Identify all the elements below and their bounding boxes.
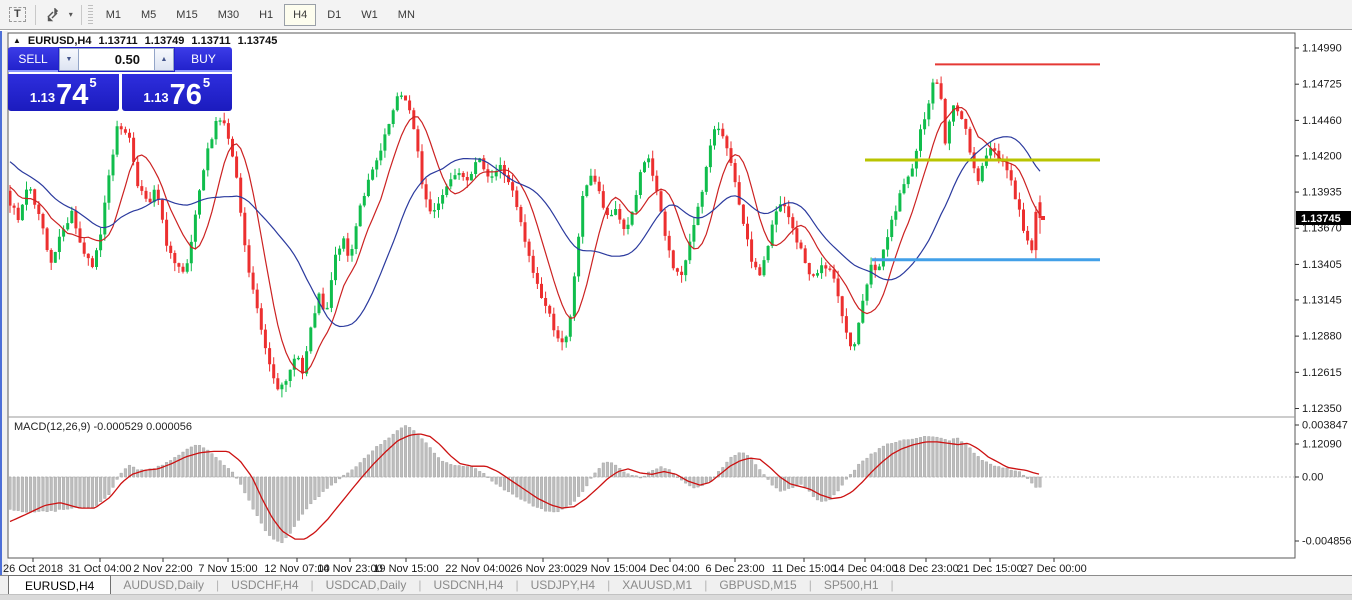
- macd-scale-label: 0.00: [1302, 472, 1323, 484]
- sell-price-display[interactable]: 1.13 74 5: [8, 74, 119, 111]
- horizontal-lines-layer[interactable]: [865, 63, 1100, 262]
- buy-price-main: 76: [169, 79, 202, 111]
- time-axis-label: 6 Dec 23:00: [705, 563, 764, 575]
- time-axis-label: 31 Oct 04:00: [69, 563, 132, 575]
- tab-separator: |: [890, 578, 894, 592]
- time-axis-label: 11 Dec 15:00: [772, 563, 837, 575]
- sell-price-main: 74: [56, 79, 89, 111]
- time-axis-label: 27 Dec 00:00: [1021, 563, 1086, 575]
- price-axis-label: 1.13405: [1302, 259, 1342, 271]
- time-axis-label: 14 Dec 04:00: [832, 563, 897, 575]
- sell-button[interactable]: SELL: [8, 47, 58, 72]
- time-axis-label: 29 Nov 15:00: [575, 563, 640, 575]
- price-plot-layer: [9, 76, 1045, 398]
- sell-price-prefix: 1.13: [29, 90, 56, 105]
- chart-tab-gbpusd-m15[interactable]: GBPUSD,M15: [707, 576, 808, 594]
- chart-symbol-period: EURUSD,H4: [27, 35, 92, 47]
- bottom-strip: [0, 594, 1352, 600]
- price-axis-label: 1.12880: [1302, 331, 1342, 343]
- price-axis-label: 1.14200: [1302, 150, 1342, 162]
- price-axis-label: 1.12090: [1302, 438, 1342, 450]
- time-axis[interactable]: 26 Oct 2018 31 Oct 04:00 2 Nov 22:00 7 Nov …: [3, 558, 1087, 575]
- time-axis-label: 7 Nov 15:00: [198, 563, 257, 575]
- time-axis-label: 26 Nov 23:00: [510, 563, 575, 575]
- price-axis-label: 1.13935: [1302, 187, 1342, 199]
- time-axis-label: 4 Dec 04:00: [640, 563, 699, 575]
- down-candle-bodies: [9, 82, 1042, 390]
- price-axis-label: 1.12350: [1302, 403, 1342, 415]
- chart-tab-xauusd-m1[interactable]: XAUUSD,M1: [610, 576, 704, 594]
- time-axis-label: 21 Dec 15:00: [957, 563, 1022, 575]
- chart-title: ▲ EURUSD,H4 1.13711 1.13749 1.13711 1.13…: [13, 35, 277, 47]
- price-axis[interactable]: 1.149901.147251.144601.142001.139351.136…: [1295, 43, 1351, 451]
- mt4-window: T ▾ M1 M5 M15 M30 H1 H4 D1 W1 MN MACD(12…: [0, 0, 1352, 600]
- price-axis-label: 1.14725: [1302, 79, 1342, 91]
- macd-histogram: [9, 425, 1042, 543]
- ohlc-close: 1.13745: [237, 35, 278, 47]
- price-axis-label: 1.12615: [1302, 367, 1342, 379]
- macd-scale-label: -0.004856: [1302, 536, 1352, 548]
- buy-price-display[interactable]: 1.13 76 5: [121, 74, 232, 111]
- price-axis-label: 1.13145: [1302, 294, 1342, 306]
- chart-tab-usdcnh-h4[interactable]: USDCNH,H4: [421, 576, 515, 594]
- chart-tab-sp500-h1[interactable]: SP500,H1: [812, 576, 891, 594]
- buy-price-prefix: 1.13: [143, 90, 169, 105]
- volume-input[interactable]: 0.50: [79, 48, 154, 71]
- time-axis-label: 19 Nov 15:00: [373, 563, 438, 575]
- ohlc-high: 1.13749: [144, 35, 185, 47]
- buy-price-pipette: 5: [202, 75, 211, 90]
- macd-scale-label: 0.003847: [1302, 420, 1348, 432]
- last-price-dot: [1041, 216, 1045, 221]
- time-axis-label: 26 Oct 2018: [3, 563, 63, 575]
- macd-plot-layer: [9, 425, 1294, 543]
- chart-tab-usdcad-daily[interactable]: USDCAD,Daily: [314, 576, 419, 594]
- macd-indicator-label: MACD(12,26,9) -0.000529 0.000056: [14, 421, 192, 433]
- time-axis-label: 22 Nov 04:00: [445, 563, 510, 575]
- time-axis-label: 2 Nov 22:00: [133, 563, 192, 575]
- current-price-value: 1.13745: [1301, 213, 1341, 225]
- volume-decrease-button[interactable]: ▼: [59, 48, 79, 71]
- chart-frame: MACD(12,26,9) -0.000529 0.000056: [7, 32, 1296, 559]
- chart-tab-bar: EURUSD,H4 AUDUSD,Daily | USDCHF,H4 | USDCAD,D…: [0, 575, 1352, 594]
- price-axis-label: 1.14990: [1302, 43, 1342, 55]
- ohlc-low: 1.13711: [191, 35, 231, 47]
- chart-tab-eurusd-h4[interactable]: EURUSD,H4: [8, 575, 112, 594]
- chart-tab-audusd-daily[interactable]: AUDUSD,Daily: [111, 576, 216, 594]
- buy-button[interactable]: BUY: [175, 47, 232, 72]
- volume-increase-button[interactable]: ▲: [154, 48, 174, 71]
- one-click-trading-panel: SELL ▼ 0.50 ▲ BUY 1.13 74 5 1.13 76 5: [8, 47, 232, 111]
- time-axis-label: 18 Dec 23:00: [893, 563, 958, 575]
- chart-tab-usdjpy-h4[interactable]: USDJPY,H4: [519, 576, 607, 594]
- sell-price-pipette: 5: [89, 75, 97, 90]
- price-axis-label: 1.14460: [1302, 115, 1342, 127]
- chart-tab-usdchf-h4[interactable]: USDCHF,H4: [219, 576, 310, 594]
- ohlc-open: 1.13711: [98, 35, 138, 47]
- volume-stepper: ▼ 0.50 ▲: [58, 47, 175, 72]
- direction-up-icon: ▲: [13, 35, 21, 45]
